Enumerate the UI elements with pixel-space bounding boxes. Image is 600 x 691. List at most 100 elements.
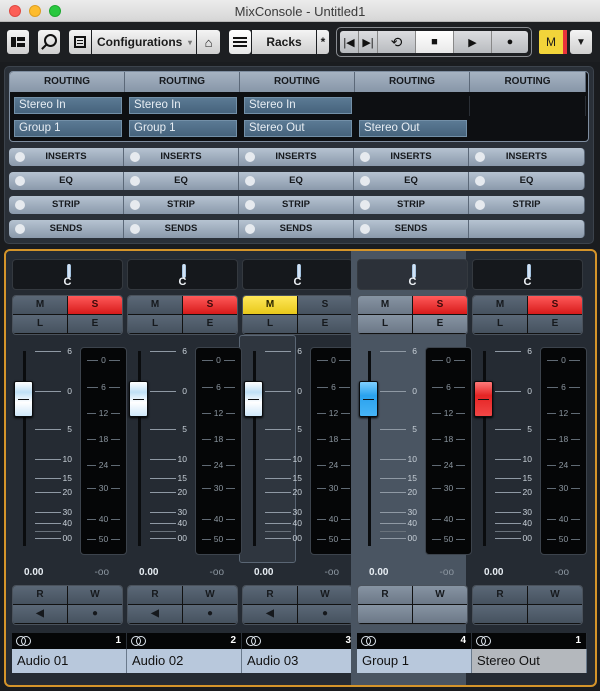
peak-value[interactable]: -oo: [325, 567, 339, 578]
rack-strip-toggle[interactable]: STRIP: [9, 196, 124, 214]
routing-header[interactable]: ROUTING: [470, 72, 586, 92]
rack-sends-toggle[interactable]: SENDS: [239, 220, 354, 238]
pan-control[interactable]: C: [242, 259, 353, 290]
search-button[interactable]: [38, 30, 60, 54]
read-automation-button[interactable]: R: [358, 586, 412, 604]
peak-value[interactable]: -oo: [555, 567, 569, 578]
fader-handle[interactable]: [129, 381, 148, 417]
edit-button[interactable]: E: [298, 315, 352, 333]
monitor-button[interactable]: M: [539, 30, 563, 54]
rack-bypass-led-icon[interactable]: [15, 200, 25, 210]
edit-button[interactable]: E: [68, 315, 122, 333]
rack-bypass-led-icon[interactable]: [475, 200, 485, 210]
rack-eq-toggle[interactable]: EQ: [124, 172, 239, 190]
volume-value[interactable]: 0.00: [139, 567, 158, 578]
rack-bypass-led-icon[interactable]: [15, 152, 25, 162]
routing-output-slot[interactable]: Group 1: [129, 120, 237, 137]
write-automation-button[interactable]: W: [528, 586, 582, 604]
rack-inserts-toggle[interactable]: INSERTS: [9, 148, 124, 166]
routing-input-slot[interactable]: Stereo In: [244, 97, 352, 114]
snapshot-button[interactable]: ⌂: [197, 30, 220, 54]
routing-header[interactable]: ROUTING: [355, 72, 470, 92]
rack-strip-toggle[interactable]: STRIP: [354, 196, 469, 214]
rack-sends-toggle[interactable]: SENDS: [9, 220, 124, 238]
rack-sends-toggle[interactable]: SENDS: [124, 220, 239, 238]
rack-bypass-led-icon[interactable]: [130, 176, 140, 186]
monitor-button[interactable]: ◀: [13, 605, 67, 623]
rack-eq-toggle[interactable]: EQ: [469, 172, 585, 190]
peak-value[interactable]: -oo: [95, 567, 109, 578]
solo-button[interactable]: S: [413, 296, 467, 314]
routing-input-slot-empty[interactable]: [470, 96, 586, 116]
rack-bypass-led-icon[interactable]: [245, 224, 255, 234]
listen-button[interactable]: L: [128, 315, 182, 333]
rack-bypass-led-icon[interactable]: [360, 200, 370, 210]
rack-strip-toggle[interactable]: STRIP: [124, 196, 239, 214]
stop-button[interactable]: ■: [416, 31, 454, 53]
write-automation-button[interactable]: W: [413, 586, 467, 604]
read-automation-button[interactable]: R: [473, 586, 527, 604]
routing-header[interactable]: ROUTING: [10, 72, 125, 92]
pan-control[interactable]: C: [472, 259, 583, 290]
listen-button[interactable]: L: [13, 315, 67, 333]
routing-header[interactable]: ROUTING: [125, 72, 240, 92]
fader-handle[interactable]: [14, 381, 33, 417]
read-automation-button[interactable]: R: [13, 586, 67, 604]
read-automation-button[interactable]: R: [243, 586, 297, 604]
channel-name[interactable]: Group 1: [357, 649, 472, 673]
write-automation-button[interactable]: W: [298, 586, 352, 604]
rack-bypass-led-icon[interactable]: [475, 152, 485, 162]
volume-value[interactable]: 0.00: [24, 567, 43, 578]
fader-handle[interactable]: [244, 381, 263, 417]
monitor-button[interactable]: ◀: [243, 605, 297, 623]
write-automation-button[interactable]: W: [68, 586, 122, 604]
volume-value[interactable]: 0.00: [254, 567, 273, 578]
rack-inserts-toggle[interactable]: INSERTS: [124, 148, 239, 166]
rack-strip-toggle[interactable]: STRIP: [239, 196, 354, 214]
channel-name[interactable]: Audio 03: [242, 649, 357, 673]
rack-bypass-led-icon[interactable]: [130, 224, 140, 234]
listen-button[interactable]: L: [243, 315, 297, 333]
fader-handle[interactable]: [474, 381, 493, 417]
rack-bypass-led-icon[interactable]: [245, 200, 255, 210]
solo-button[interactable]: S: [183, 296, 237, 314]
rack-bypass-led-icon[interactable]: [245, 152, 255, 162]
racks-button[interactable]: Racks: [252, 30, 316, 54]
rack-eq-toggle[interactable]: EQ: [354, 172, 469, 190]
configurations-dropdown[interactable]: Configurations ▾: [92, 30, 196, 54]
routing-input-slot[interactable]: Stereo In: [14, 97, 122, 114]
routing-output-slot[interactable]: Stereo Out: [359, 120, 467, 137]
peak-value[interactable]: -oo: [210, 567, 224, 578]
record-enable-button[interactable]: ●: [183, 605, 237, 623]
rack-bypass-led-icon[interactable]: [15, 176, 25, 186]
mute-button[interactable]: M: [358, 296, 412, 314]
rack-eq-toggle[interactable]: EQ: [239, 172, 354, 190]
pan-control[interactable]: C: [127, 259, 238, 290]
mute-button[interactable]: M: [243, 296, 297, 314]
mute-button[interactable]: M: [13, 296, 67, 314]
configurations-list-button[interactable]: [69, 30, 91, 54]
routing-input-slot-empty[interactable]: [355, 96, 470, 116]
routing-output-slot-empty[interactable]: [470, 119, 586, 141]
write-automation-button[interactable]: W: [183, 586, 237, 604]
rack-inserts-toggle[interactable]: INSERTS: [469, 148, 585, 166]
rack-inserts-toggle[interactable]: INSERTS: [354, 148, 469, 166]
channel-name[interactable]: Audio 01: [12, 649, 127, 673]
rack-eq-toggle[interactable]: EQ: [9, 172, 124, 190]
edit-button[interactable]: E: [183, 315, 237, 333]
volume-value[interactable]: 0.00: [369, 567, 388, 578]
channel-name[interactable]: Audio 02: [127, 649, 242, 673]
rack-bypass-led-icon[interactable]: [360, 152, 370, 162]
routing-header[interactable]: ROUTING: [240, 72, 355, 92]
mute-button[interactable]: M: [128, 296, 182, 314]
record-enable-button[interactable]: ●: [298, 605, 352, 623]
rack-inserts-toggle[interactable]: INSERTS: [239, 148, 354, 166]
edit-button[interactable]: E: [413, 315, 467, 333]
routing-output-slot[interactable]: Stereo Out: [244, 120, 352, 137]
listen-button[interactable]: L: [358, 315, 412, 333]
rack-bypass-led-icon[interactable]: [130, 200, 140, 210]
go-to-start-button[interactable]: |◀: [340, 31, 359, 53]
play-button[interactable]: ▶: [454, 31, 492, 53]
rack-sends-toggle[interactable]: [469, 220, 585, 238]
solo-button[interactable]: S: [298, 296, 352, 314]
